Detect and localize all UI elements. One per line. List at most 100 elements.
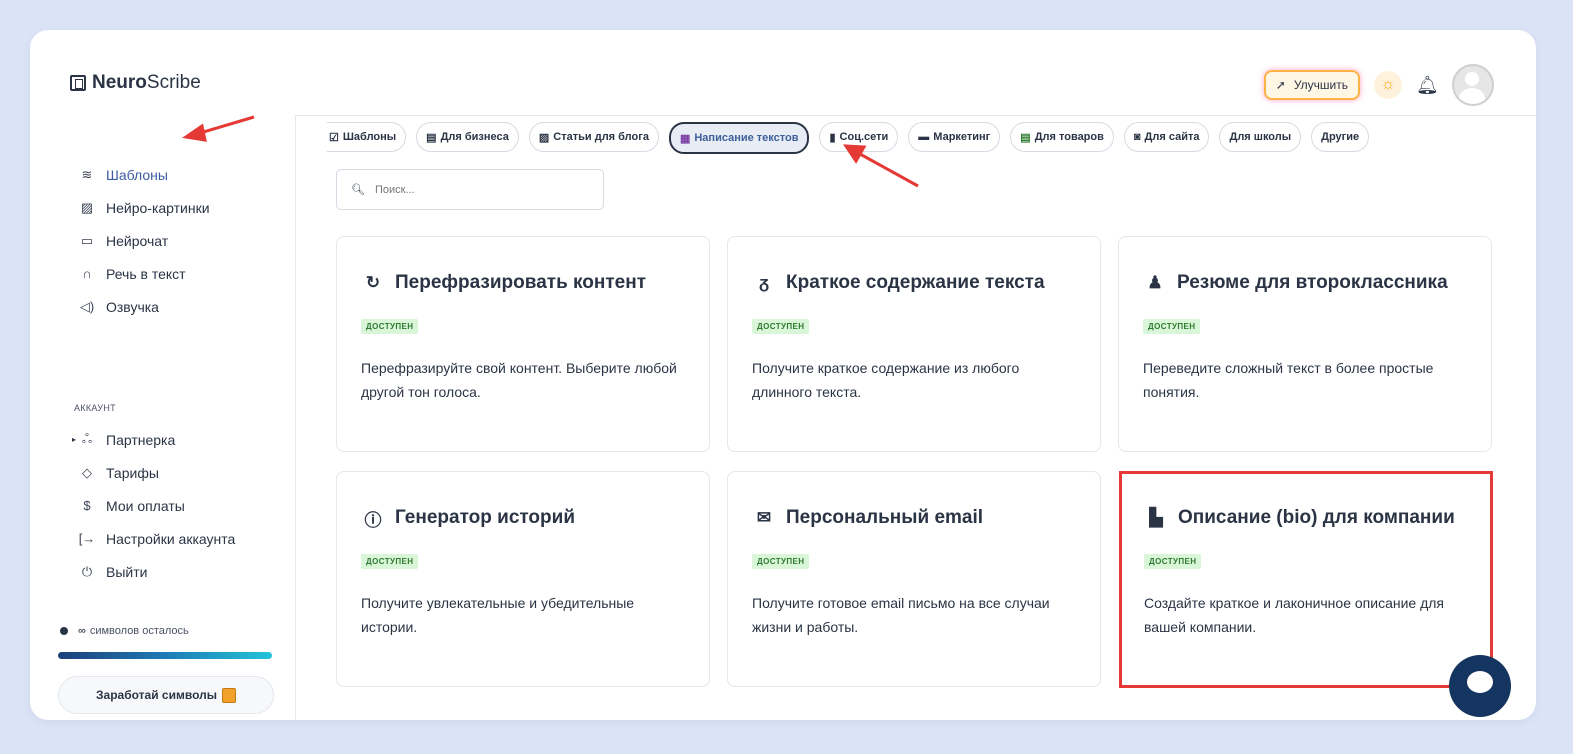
tab-label: Для школы bbox=[1229, 131, 1292, 143]
mask-icon: ◙ bbox=[1133, 131, 1141, 143]
credits-remaining: ∞ символов осталось bbox=[60, 625, 189, 637]
sidebar-item-label: Нейро-картинки bbox=[106, 199, 210, 216]
sidebar-item-label: Речь в текст bbox=[106, 265, 186, 282]
clock-icon: ⓘ bbox=[364, 510, 382, 530]
sidebar-item-account-settings[interactable]: [→ Настройки аккаунта bbox=[72, 522, 236, 555]
sidebar-item-payments[interactable]: $ Мои оплаты bbox=[72, 489, 235, 522]
status-badge: ДОСТУПЕН bbox=[1144, 554, 1202, 569]
avatar[interactable] bbox=[1452, 64, 1494, 106]
laptop-icon: ▬ bbox=[918, 131, 930, 143]
bell-icon[interactable]: 🔔︎ bbox=[1416, 75, 1439, 96]
tab-label: Соц.сети bbox=[839, 131, 889, 143]
account-section-label: АККАУНТ bbox=[74, 403, 116, 413]
credits-infinity: ∞ bbox=[78, 625, 86, 637]
card-title: ᵹ Краткое содержание текста bbox=[752, 271, 1045, 295]
ledger-icon: ▤ bbox=[1020, 131, 1031, 144]
tab-products[interactable]: ▤ Для товаров bbox=[1010, 122, 1114, 152]
image-icon: ▨ bbox=[80, 199, 94, 215]
tab-school[interactable]: Для школы bbox=[1219, 122, 1302, 152]
logo-icon bbox=[70, 75, 86, 91]
search-input[interactable] bbox=[372, 182, 577, 197]
chat-icon: ▭ bbox=[80, 232, 94, 248]
tab-templates[interactable]: ☑ Шаблоны bbox=[327, 122, 407, 152]
card-description: Перефразируйте свой контент. Выберите лю… bbox=[361, 360, 677, 400]
sidebar-item-label: Мои оплаты bbox=[106, 497, 185, 514]
status-badge: ДОСТУПЕН bbox=[752, 554, 810, 569]
tab-website[interactable]: ◙ Для сайта bbox=[1123, 122, 1210, 152]
sidebar-item-neuro-images[interactable]: ▨ Нейро-картинки bbox=[78, 191, 210, 224]
header-actions: ➚ Улучшить ☼ 🔔︎ bbox=[1263, 64, 1494, 106]
sidebar-item-voiceover[interactable]: ◁) Озвучка bbox=[78, 290, 210, 323]
sidebar-item-tariffs[interactable]: ◇ Тарифы bbox=[72, 456, 235, 489]
template-card-personal-email[interactable]: ✉ Персональный email ДОСТУПЕН Получите г… bbox=[727, 471, 1101, 687]
card-title-text: Перефразировать контент bbox=[395, 272, 647, 293]
card-title-text: Персональный email bbox=[786, 507, 984, 528]
speaker-icon: ◁) bbox=[79, 298, 95, 314]
sidebar-item-partners[interactable]: ▸ ஃ Партнерка bbox=[72, 423, 235, 456]
child-icon: ♟ bbox=[1147, 273, 1163, 292]
chevron-right-icon: ▸ bbox=[72, 435, 77, 444]
logout-arrow-icon: [→ bbox=[78, 531, 96, 546]
tab-other[interactable]: Другие bbox=[1311, 122, 1370, 152]
card-description: Переведите сложный текст в более простые… bbox=[1143, 360, 1434, 400]
earn-credits-button[interactable]: Заработай символы bbox=[58, 676, 274, 714]
sidebar-item-logout[interactable]: ⏻ Выйти bbox=[72, 555, 235, 588]
tab-social[interactable]: ▮ Соц.сети bbox=[819, 122, 899, 152]
brand-name-bold: Neuro bbox=[92, 72, 147, 93]
search-box: 🔍︎ bbox=[336, 169, 604, 210]
status-dot bbox=[60, 627, 68, 635]
chat-support-button[interactable] bbox=[1449, 655, 1511, 717]
tab-blog-articles[interactable]: ▨ Статьи для блога bbox=[528, 122, 659, 152]
status-badge: ДОСТУПЕН bbox=[1143, 319, 1201, 334]
card-title: ↻ Перефразировать контент bbox=[361, 271, 646, 295]
sidebar-item-speech-to-text[interactable]: ∩ Речь в текст bbox=[78, 257, 210, 290]
tab-label: Статьи для блога bbox=[553, 131, 649, 143]
status-badge: ДОСТУПЕН bbox=[361, 554, 419, 569]
tab-label: Другие bbox=[1321, 131, 1360, 143]
template-card-simple-summary[interactable]: ♟ Резюме для второклассника ДОСТУПЕН Пер… bbox=[1118, 236, 1492, 452]
status-badge: ДОСТУПЕН bbox=[752, 319, 810, 334]
card-title: ⓘ Генератор историй bbox=[361, 506, 576, 530]
card-title: ✉ Персональный email bbox=[752, 506, 983, 530]
phone-icon: ▮ bbox=[829, 131, 836, 144]
credits-text: символов осталось bbox=[89, 625, 189, 637]
brand-logo[interactable]: Neuro Scribe bbox=[70, 72, 201, 94]
sidebar-item-label: Озвучка bbox=[106, 298, 159, 315]
sidebar-item-label: Партнерка bbox=[106, 431, 176, 448]
rocket-icon: ➚ bbox=[1275, 78, 1286, 92]
card-title: ♟ Резюме для второклассника bbox=[1143, 271, 1447, 295]
sidebar-item-neuro-chat[interactable]: ▭ Нейрочат bbox=[78, 224, 210, 257]
sidebar-item-label: Настройки аккаунта bbox=[106, 530, 236, 547]
tag-icon: ◇ bbox=[82, 464, 92, 480]
template-card-story-generator[interactable]: ⓘ Генератор историй ДОСТУПЕН Получите ув… bbox=[336, 471, 710, 687]
envelope-icon: ✉ bbox=[756, 508, 772, 527]
template-card-summary[interactable]: ᵹ Краткое содержание текста ДОСТУПЕН Пол… bbox=[727, 236, 1101, 452]
template-card-company-bio[interactable]: ▙ Описание (bio) для компании ДОСТУПЕН С… bbox=[1119, 471, 1493, 687]
users-icon: ஃ bbox=[81, 431, 93, 446]
notepad-icon: ▨ bbox=[538, 131, 550, 144]
tab-business[interactable]: ▤ Для бизнеса bbox=[416, 122, 519, 152]
card-title: ▙ Описание (bio) для компании bbox=[1144, 506, 1455, 530]
card-description: Получите готовое email письмо на все слу… bbox=[752, 595, 1050, 635]
card-description: Получите краткое содержание из любого дл… bbox=[752, 360, 1020, 400]
card-title-text: Описание (bio) для компании bbox=[1178, 507, 1455, 528]
card-title-text: Генератор историй bbox=[395, 507, 576, 528]
upgrade-button[interactable]: ➚ Улучшить bbox=[1263, 70, 1360, 100]
sidebar-account-nav: ▸ ஃ Партнерка ◇ Тарифы $ Мои оплаты [→ Н… bbox=[72, 423, 235, 588]
theme-toggle-sun-icon[interactable]: ☼ bbox=[1374, 71, 1402, 99]
gift-icon bbox=[221, 687, 236, 703]
tab-text-writing[interactable]: ▦ Написание текстов bbox=[668, 122, 810, 154]
document-icon: ▤ bbox=[426, 131, 437, 144]
search-icon: 🔍︎ bbox=[351, 184, 365, 196]
sidebar-item-label: Тарифы bbox=[106, 464, 159, 481]
sidebar-item-templates[interactable]: ≋ Шаблоны bbox=[78, 158, 210, 191]
tab-label: Шаблоны bbox=[342, 131, 397, 143]
upgrade-label: Улучшить bbox=[1293, 78, 1348, 92]
sidebar-main-nav: ≋ Шаблоны ▨ Нейро-картинки ▭ Нейрочат ∩ … bbox=[78, 158, 210, 323]
header-divider bbox=[296, 115, 1536, 116]
tab-marketing[interactable]: ▬ Маркетинг bbox=[908, 122, 1001, 152]
template-card-paraphrase[interactable]: ↻ Перефразировать контент ДОСТУПЕН Переф… bbox=[336, 236, 710, 452]
tab-label: Для товаров bbox=[1034, 131, 1104, 143]
dollar-icon: $ bbox=[83, 498, 91, 513]
category-tabs: ☑ Шаблоны ▤ Для бизнеса ▨ Статьи для бло… bbox=[327, 122, 1370, 154]
